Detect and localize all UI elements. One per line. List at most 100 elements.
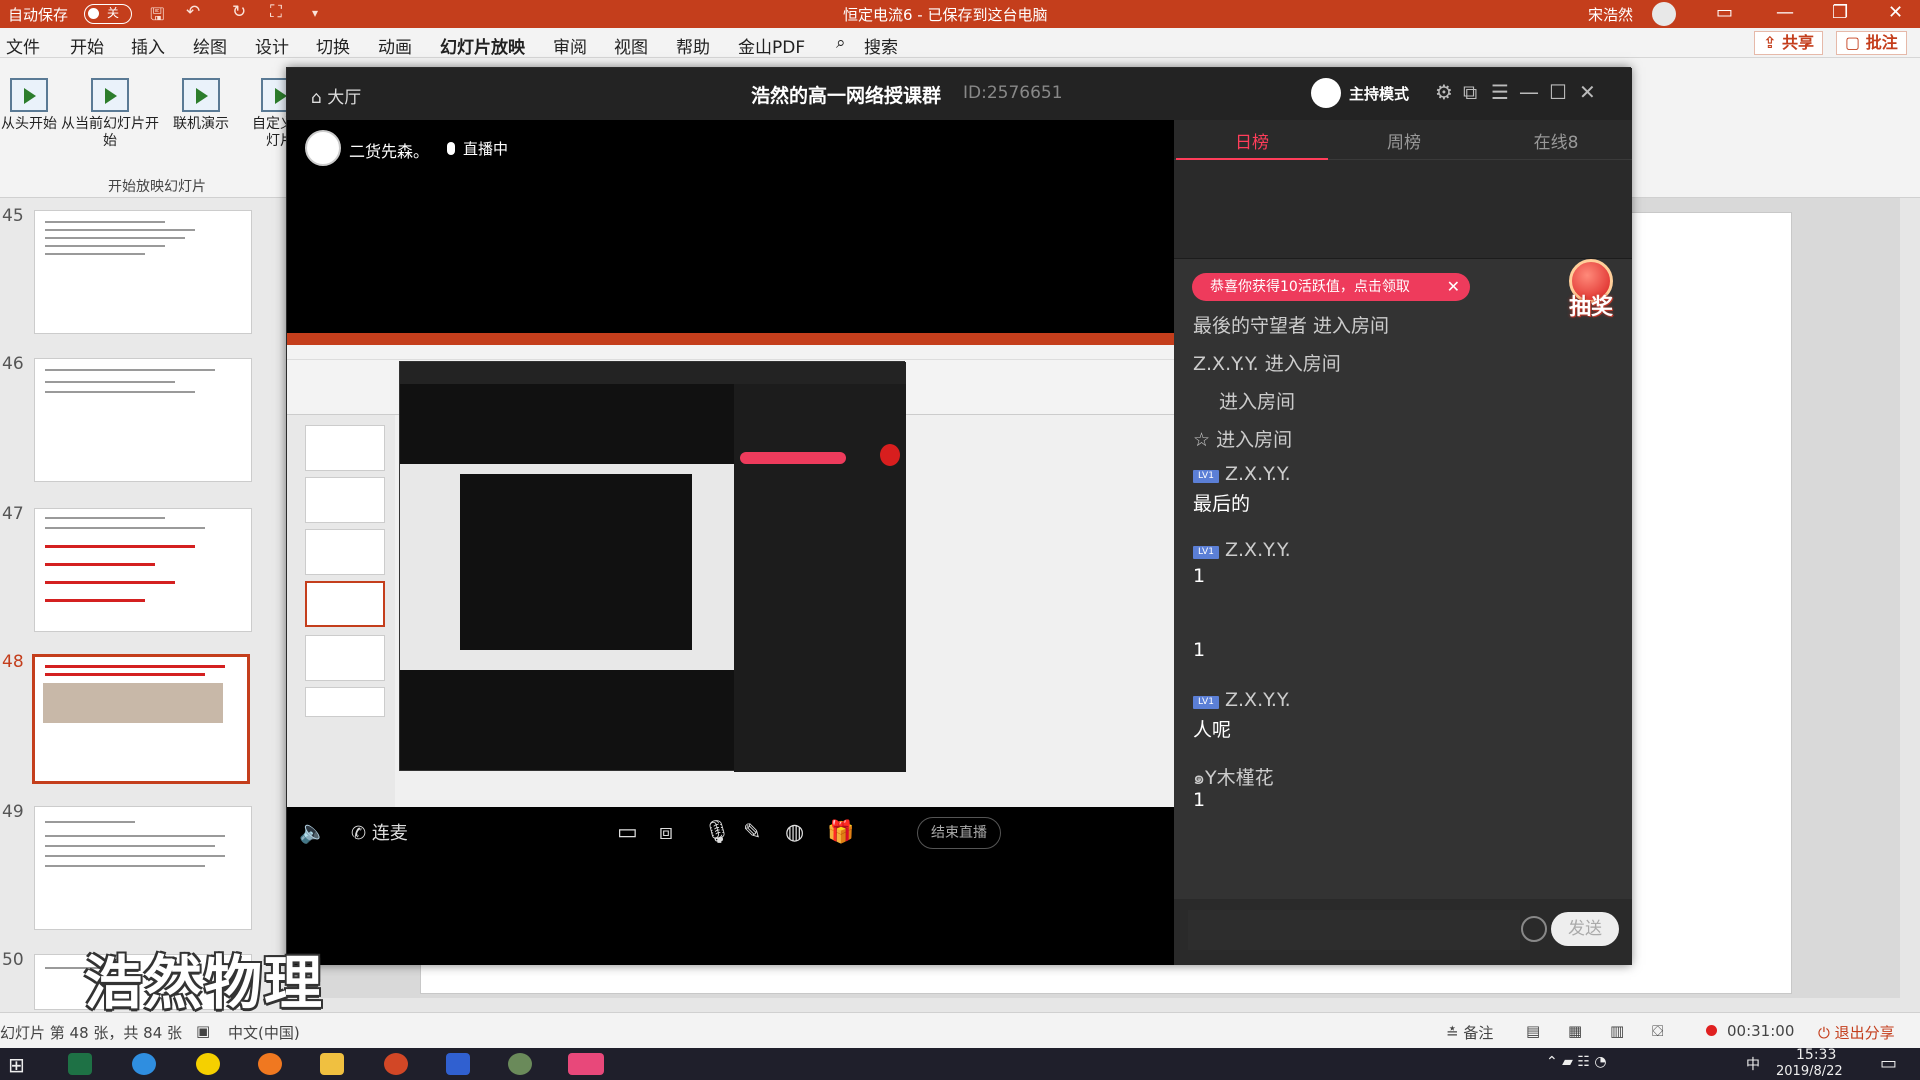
ppt-title-bar: 自动保存 关 🖫 ↶ ↻ ⛶ ▾ 恒定电流6 - 已保存到这台电脑 宋浩然 ▭ … <box>0 0 1920 28</box>
app-icon[interactable] <box>196 1053 220 1075</box>
slide-thumbnail-48[interactable] <box>32 654 250 784</box>
tab-review[interactable]: 审阅 <box>553 33 587 58</box>
slide-thumbnail-45[interactable] <box>34 210 252 334</box>
link-mic-button[interactable]: ✆ 连麦 <box>351 819 408 845</box>
whiteboard-icon[interactable]: ✎ <box>743 820 761 845</box>
tab-design[interactable]: 设计 <box>255 33 289 58</box>
windows-taskbar: ⊞ ⌃ ▰ ☷ ◔ 中 15:33 2019/8/22 ▭ <box>0 1047 1920 1080</box>
close-icon[interactable]: ✕ <box>1888 2 1903 23</box>
reading-view-icon[interactable]: ▥ <box>1610 1022 1624 1040</box>
undo-icon[interactable]: ↶ <box>186 2 200 22</box>
clock-date[interactable]: 2019/8/22 <box>1776 1064 1843 1079</box>
autosave-toggle[interactable]: 关 <box>84 4 132 24</box>
streamer-avatar <box>305 130 341 166</box>
customize-qa-icon[interactable]: ▾ <box>312 6 318 20</box>
menu-icon[interactable]: ☰ <box>1491 80 1509 104</box>
maximize-icon[interactable]: ☐ <box>1549 80 1567 104</box>
clock-time[interactable]: 15:33 <box>1796 1047 1836 1063</box>
normal-view-icon[interactable]: ▤ <box>1526 1022 1540 1040</box>
tab-slideshow[interactable]: 幻灯片放映 <box>440 33 525 58</box>
tab-help[interactable]: 帮助 <box>676 33 710 58</box>
save-icon[interactable]: 🖫 <box>150 2 164 31</box>
sorter-view-icon[interactable]: ▦ <box>1568 1022 1582 1040</box>
screen-share-capture <box>287 333 1174 807</box>
restore-icon[interactable]: ❐ <box>1832 2 1848 23</box>
app-icon[interactable] <box>258 1053 282 1075</box>
video-area: 二货先森。 直播中 🔈 ✆ 连麦 ▭ ⧈ 🎙 ✎ ◍ 🎁 结束直播 <box>287 120 1174 965</box>
speaker-icon[interactable]: 🔈 <box>299 820 326 845</box>
camera-off-icon[interactable]: ▭ <box>617 820 638 845</box>
settings-icon[interactable]: ⚙ <box>1435 80 1453 104</box>
record-icon[interactable]: ◍ <box>785 820 804 845</box>
redo-icon[interactable]: ↻ <box>232 2 246 22</box>
slideshow-view-icon[interactable]: ⛋ <box>1652 1022 1663 1040</box>
close-icon[interactable]: ✕ <box>1447 273 1460 301</box>
share-button[interactable]: ⇪ 共享 <box>1754 31 1823 55</box>
browser-icon[interactable] <box>132 1053 156 1075</box>
level-badge: LV1 <box>1193 470 1219 483</box>
from-beginning-button[interactable]: 从头开始 <box>0 78 64 133</box>
microphone-icon[interactable]: 🎙 <box>703 820 731 845</box>
ribbon-display-icon[interactable]: ▭ <box>1716 2 1733 23</box>
online-present-button[interactable]: 联机演示 <box>166 78 236 133</box>
notes-button[interactable]: ≛ 备注 <box>1446 1022 1493 1043</box>
tab-draw[interactable]: 绘图 <box>193 33 227 58</box>
slide-thumbnail-46[interactable] <box>34 358 252 482</box>
slide-thumbnail-47[interactable] <box>34 508 252 632</box>
lottery-button[interactable]: 抽奖 <box>1560 259 1622 329</box>
slide-info: 幻灯片 第 48 张，共 84 张 <box>0 1024 183 1042</box>
user-avatar[interactable] <box>1652 2 1676 26</box>
tab-daily[interactable]: 日榜 <box>1176 128 1328 160</box>
tab-transitions[interactable]: 切换 <box>316 33 350 58</box>
end-live-button[interactable]: 结束直播 <box>917 817 1001 849</box>
notification-icon[interactable]: ▭ <box>1880 1053 1897 1074</box>
slide-thumbnail-49[interactable] <box>34 806 252 930</box>
present-icon[interactable]: ⛶ <box>270 2 282 22</box>
chat-user: ๑Y木槿花 <box>1193 767 1274 789</box>
system-message: Z.X.Y.Y. 进入房间 <box>1193 353 1341 375</box>
windows-start-icon[interactable]: ⊞ <box>8 1053 25 1077</box>
tab-weekly[interactable]: 周榜 <box>1344 128 1464 153</box>
send-button[interactable]: 发送 <box>1551 912 1619 946</box>
security-shield-icon[interactable] <box>446 1053 470 1075</box>
search-icon[interactable]: ⌕ <box>836 33 846 53</box>
slide-number-current: 48 <box>2 652 24 672</box>
chat-content: 1 <box>1193 639 1206 661</box>
tab-online[interactable]: 在线8 <box>1496 128 1616 153</box>
user-name: 宋浩然 <box>1588 6 1634 24</box>
notice-pill[interactable]: 恭喜你获得10活跃值，点击领取 ✕ <box>1192 273 1470 301</box>
comments-button[interactable]: ▢ 批注 <box>1836 31 1907 55</box>
emoji-icon[interactable] <box>1521 916 1547 942</box>
live-app-icon[interactable] <box>568 1053 604 1075</box>
minimize-icon[interactable]: — <box>1776 2 1794 23</box>
gift-icon[interactable]: 🎁 <box>827 820 854 845</box>
tab-kingsoft-pdf[interactable]: 金山PDF <box>738 33 805 58</box>
app-icon[interactable] <box>508 1053 532 1075</box>
file-explorer-icon[interactable] <box>320 1053 344 1075</box>
lobby-link[interactable]: ⌂ 大厅 <box>311 83 361 108</box>
recording-icon <box>1706 1025 1717 1036</box>
minimize-icon[interactable]: — <box>1519 80 1539 104</box>
slide-thumbnail-panel: 45 46 47 48 49 50 <box>0 198 280 1018</box>
excel-icon[interactable] <box>68 1053 92 1075</box>
tab-view[interactable]: 视图 <box>614 33 648 58</box>
from-current-button[interactable]: 从当前幻灯片开始 <box>60 78 160 150</box>
stop-share-button[interactable]: ⏻ 退出分享 <box>1818 1022 1895 1043</box>
tab-insert[interactable]: 插入 <box>131 33 165 58</box>
popout-icon[interactable]: ⧉ <box>1463 80 1477 104</box>
screen-share-icon[interactable]: ⧈ <box>659 820 673 845</box>
ime-indicator[interactable]: 中 <box>1746 1054 1760 1074</box>
powerpoint-icon[interactable] <box>384 1053 408 1075</box>
tab-home[interactable]: 开始 <box>70 33 104 58</box>
stream-header: ⌂ 大厅 浩然的高一网络授课群 ID:2576651 主持模式 ⚙ ⧉ ☰ — … <box>287 68 1632 120</box>
close-icon[interactable]: ✕ <box>1579 80 1596 104</box>
search-label[interactable]: 搜索 <box>864 33 898 58</box>
tab-animations[interactable]: 动画 <box>378 33 412 58</box>
streamer-name: 二货先森。 <box>349 142 430 161</box>
tray-icons[interactable]: ⌃ ▰ ☷ ◔ <box>1546 1054 1607 1070</box>
host-mode-label[interactable]: 主持模式 <box>1349 83 1409 104</box>
chat-input[interactable] <box>1188 910 1520 950</box>
spellcheck-icon[interactable]: ▣ <box>196 1022 210 1040</box>
tab-file[interactable]: 文件 <box>6 33 40 58</box>
language[interactable]: 中文(中国) <box>228 1022 300 1043</box>
